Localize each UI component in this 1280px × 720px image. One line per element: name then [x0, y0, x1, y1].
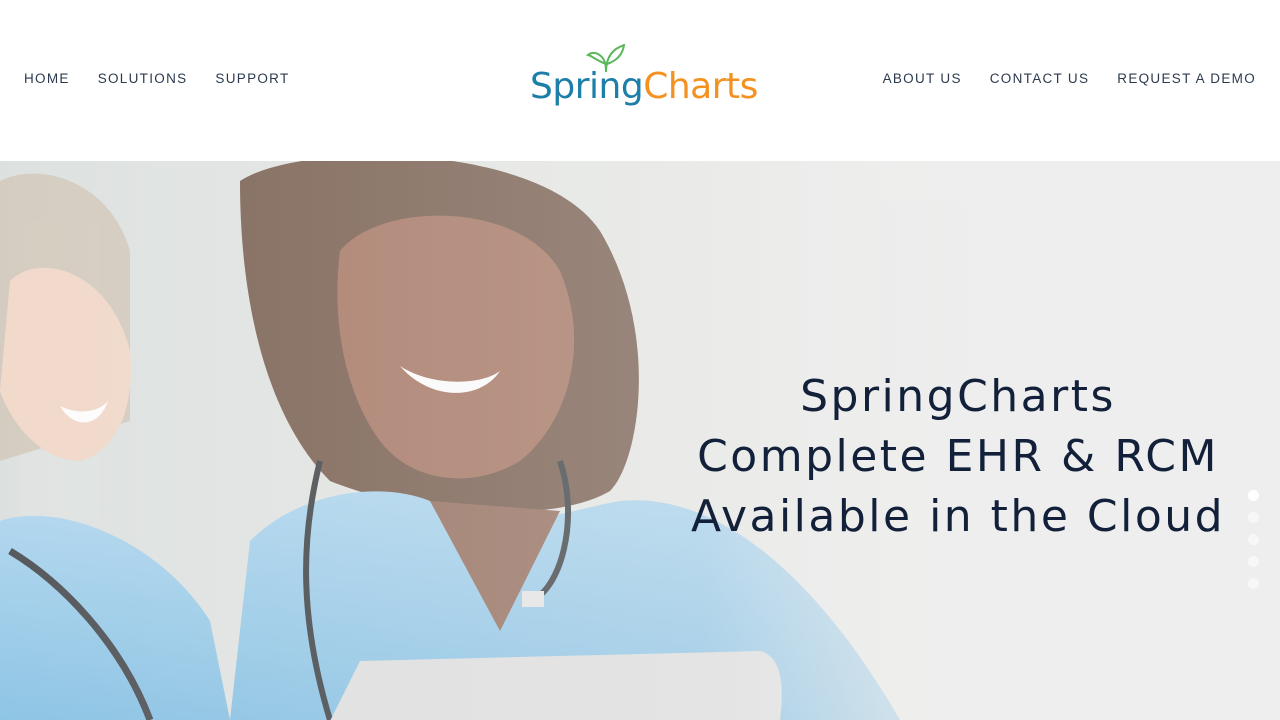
logo-spring-text: Spring	[530, 66, 644, 107]
primary-nav-right: ABOUT US CONTACT US REQUEST A DEMO	[883, 71, 1256, 86]
primary-nav-left: HOME SOLUTIONS SUPPORT	[24, 71, 290, 86]
nav-contact-us-link[interactable]: CONTACT US	[990, 71, 1090, 86]
nav-solutions-link[interactable]: SOLUTIONS	[98, 71, 188, 86]
nav-about-us-link[interactable]: ABOUT US	[883, 71, 962, 86]
logo-wordmark: SpringCharts	[530, 66, 758, 108]
slide-dot-3[interactable]	[1248, 534, 1259, 545]
slide-dot-2[interactable]	[1248, 512, 1259, 523]
hero-title: SpringCharts Complete EHR & RCM Availabl…	[690, 371, 1226, 542]
slide-dot-4[interactable]	[1248, 556, 1259, 567]
slide-dot-1[interactable]	[1248, 490, 1259, 501]
nav-support-link[interactable]: SUPPORT	[215, 71, 289, 86]
springcharts-logo[interactable]: SpringCharts	[530, 44, 758, 110]
hero-slider: SpringCharts Complete EHR & RCM Availabl…	[0, 161, 1280, 720]
nav-home-link[interactable]: HOME	[24, 71, 70, 86]
nav-request-demo-link[interactable]: REQUEST A DEMO	[1117, 71, 1256, 86]
logo-charts-text: Charts	[643, 66, 758, 107]
slide-dot-5[interactable]	[1248, 578, 1259, 589]
slider-pagination	[1248, 490, 1260, 600]
site-header: HOME SOLUTIONS SUPPORT SpringCharts ABOU…	[0, 0, 1280, 161]
